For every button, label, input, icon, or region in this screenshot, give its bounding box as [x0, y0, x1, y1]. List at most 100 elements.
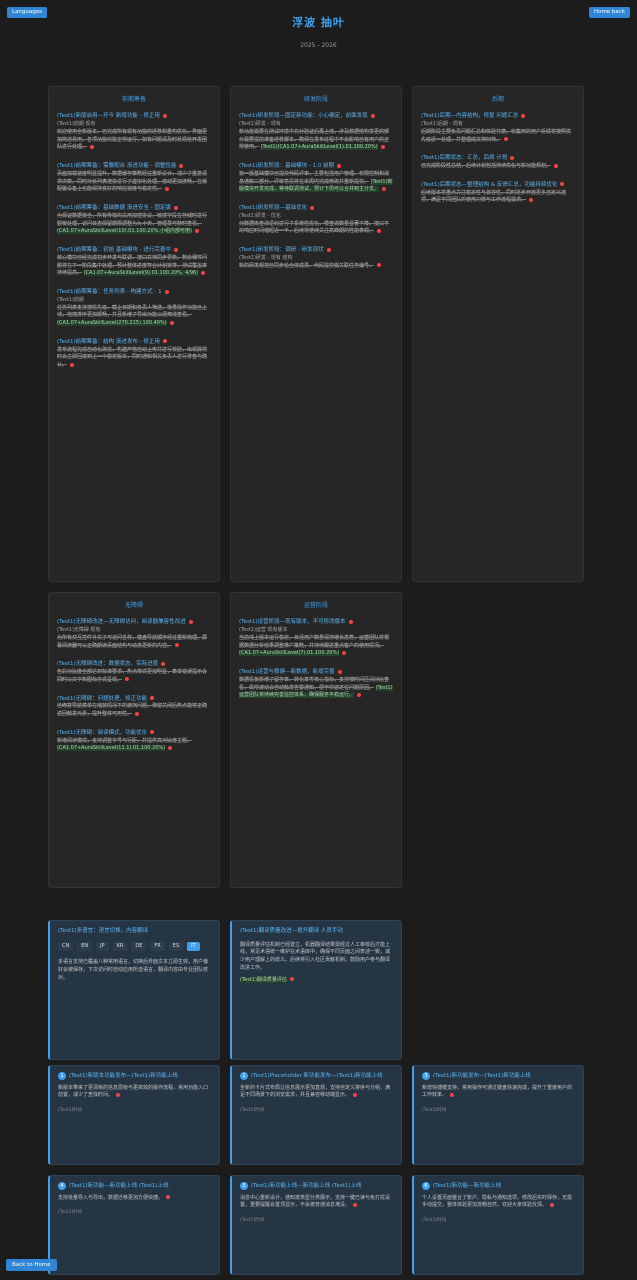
timeline-entry[interactable]: (Test1)后期—内容结构，修复 问题汇总 (Test1)后期 - 现有 后期阶段…: [421, 112, 575, 144]
timeline-entry[interactable]: (Test1)研发阶段：调研 - 研发现状 (Test1)研发 - 现有 结构 新的…: [239, 246, 393, 270]
card-title: (Test1)新版本功能发布—(Test1)新功能上线: [69, 1073, 178, 1079]
entry-title[interactable]: (Test1)运营阶段—现有版本，不可修改版本: [239, 619, 346, 625]
timeline-entry[interactable]: (Test1)无障碍改进：数据状态，实际进度色彩对比度全部达到标准要求，焦点样式…: [57, 660, 211, 684]
page-subtitle: 2025 - 2026: [300, 42, 337, 49]
alert-dot-icon: [529, 197, 534, 202]
timeline-entry[interactable]: (Test1)研发阶段：基础模块 - 1.0 前期 第一版基础模块已提交代码评审，…: [239, 162, 393, 194]
alert-dot-icon: [521, 113, 526, 118]
back-to-home-button[interactable]: Back to Home: [6, 1259, 57, 1271]
update-card[interactable]: 5 (Test1)新功能上线—新功能上线 (Test1)上线消息中心重新设计，通知…: [230, 1175, 402, 1275]
timeline-entry[interactable]: (Test1)研发阶段—固定新功能：小心确定，前面发现 (Test1)研发 - 现…: [239, 112, 393, 152]
entry-title[interactable]: (Test1)前期筹备：结构 渐进发布 - 修正用: [57, 339, 160, 345]
entry-title[interactable]: (Test1)无障碍：阅读模式，功能优化: [57, 730, 147, 736]
entry-meta: (Test1)后期 - 现有: [421, 121, 463, 128]
entry-text: 后期阶段主要负责问题汇总和体验打磨，收集到的用户反馈将按照优先级逐一处理，并整理…: [421, 128, 572, 143]
entry-title[interactable]: (Test1)前期筹备：需要配合 渐进功能 - 调整性能: [57, 163, 176, 169]
card-title: (Test1)新功能上线—新功能上线 (Test1)上线: [251, 1183, 362, 1189]
alert-dot-icon: [326, 247, 331, 252]
alert-dot-icon: [162, 113, 167, 118]
timeline-entry[interactable]: (Test1)无障碍改进—无障碍访问，阅读器兼容性改进 (Test1)无障碍 现有…: [57, 618, 211, 650]
entry-title[interactable]: (Test1)运营与稳健—新数据，新增完善: [239, 669, 335, 675]
update-card[interactable]: 1 (Test1)新版本功能发布—(Test1)新功能上线 新版本带来了更清晰的信息…: [48, 1065, 220, 1165]
entry-title[interactable]: (Test1)后期状态：汇总，后续 计划: [421, 155, 507, 161]
language-tab[interactable]: JP: [96, 941, 109, 952]
card-text: 消息中心重新设计，通知按类型分类展示，支持一键已读与免打扰设置，重要提醒会置顶显…: [240, 1194, 391, 1209]
entry-text: 新增阅读模式，支持调整字号与行距，并提供高对比度主题。: [57, 737, 193, 744]
column-title: 前期筹备: [121, 96, 146, 103]
language-tab[interactable]: CN: [58, 941, 74, 952]
card-text: 新版本带来了更清晰的信息层级与更高效的操作流程，常用功能入口前置，减少了查找时间…: [58, 1084, 209, 1099]
entry-title[interactable]: (Test1)后期状态—整理结构 & 反馈汇总，功能持续优化: [421, 182, 557, 188]
alert-dot-icon: [125, 677, 130, 682]
alert-dot-icon: [550, 1202, 555, 1207]
alert-dot-icon: [175, 643, 180, 648]
card-time: (Test1)时间: [58, 1210, 83, 1216]
entry-title[interactable]: (Test1)前期筹备：初始 基础模块 - 进行完善中: [57, 247, 171, 253]
update-card[interactable]: 2 (Test1)Placeholder 新功能发布—(Test1)新功能上线 全新…: [230, 1065, 402, 1165]
alert-dot-icon: [377, 228, 382, 233]
entry-title[interactable]: (Test1)研发阶段：基础模块 - 1.0 前期: [239, 163, 334, 169]
update-card[interactable]: 3 (Test1)新功能发布—(Test1)新功能上线 新增快捷键支持，常用操作可通…: [412, 1065, 584, 1165]
language-tab[interactable]: KR: [112, 941, 128, 952]
entry-title[interactable]: (Test1)无障碍：问题处理，修正功能: [57, 696, 147, 702]
timeline-entry[interactable]: (Test1)运营与稳健—新数据，新增完善 数据看板新增了留存率、转化率等核心指标…: [239, 668, 393, 700]
language-tabs: CN EN JP KR DE FR ES IT: [58, 941, 211, 952]
entry-highlight: (CA1.07+AuraSkillLevel(7).01.100.20%): [239, 650, 340, 657]
language-tab[interactable]: ES: [168, 941, 184, 952]
column-panel: 无障碍 (Test1)无障碍改进—无障碍访问，阅读器兼容性改进 (Test1)无障碍…: [48, 592, 220, 888]
card-number: 5: [240, 1182, 248, 1190]
entry-title[interactable]: (Test1)新版启用—开今 新增功能 - 修正用: [57, 113, 160, 119]
alert-dot-icon: [380, 144, 385, 149]
column-panel: 运营阶段 (Test1)运营阶段—现有版本，不可修改版本 (Test1)运营 现有版…: [230, 592, 402, 888]
entry-meta: (Test1)无障碍 现有: [57, 627, 101, 634]
timeline-entry[interactable]: (Test1)无障碍：问题处理，修正功能 已修复导航菜单在缩放情况下的遮挡问题，弹…: [57, 695, 211, 719]
timeline-entry[interactable]: (Test1)无障碍：阅读模式，功能优化 新增阅读模式，支持调整字号与行距，并提供…: [57, 729, 211, 753]
entry-title[interactable]: (Test1)研发阶段—基础优化: [239, 205, 307, 211]
update-card[interactable]: 6 (Test1)新功能—新功能上线 个人设置页面整合了账户、隐私与通知选项，修改后…: [412, 1175, 584, 1275]
feature-title: (Test1)翻译质量改进—提升翻译 人员手动: [240, 928, 343, 934]
entry-title[interactable]: (Test1)后期—内容结构，修复 问题汇总: [421, 113, 518, 119]
timeline-entry[interactable]: (Test1)前期筹备：初始 基础模块 - 进行完善中 核心模块已经完成初步开发与…: [57, 246, 211, 278]
timeline-entry[interactable]: (Test1)前期筹备：需要配合 渐进功能 - 调整性能 页面加载速度明显提升，数…: [57, 162, 211, 194]
entry-title[interactable]: (Test1)前期筹备：任务列表 - 构建方式 - 1: [57, 289, 162, 295]
alert-dot-icon: [560, 182, 565, 187]
timeline-entry[interactable]: (Test1)研发阶段—基础优化 (Test1)研发 - 优化 对数据库查询语句进行…: [239, 204, 393, 236]
entry-text: 任务列表支持按优先级、截止日期和负责人筛选，批量操作功能已上线，拖拽排序更加顺畅…: [57, 304, 208, 319]
timeline-entry[interactable]: (Test1)后期状态—整理结构 & 反馈汇总，功能持续优化 后续版本将重点关注稳…: [421, 181, 575, 205]
entry-highlight: (CA1.07+AuraSkillLevel(270.215).100.40%): [57, 320, 167, 327]
card-time: (Test1)时间: [240, 1108, 265, 1114]
timeline-entry[interactable]: (Test1)前期筹备：基础数据 渐进安全 - 固定版 为保证数据安全，所有传输均…: [57, 204, 211, 236]
entry-title[interactable]: (Test1)无障碍改进—无障碍访问，阅读器兼容性改进: [57, 619, 186, 625]
entry-title[interactable]: (Test1)无障碍改进：数据状态，实际进度: [57, 661, 158, 667]
feature-title: (Test1)多语言：语言切换，内容翻译: [58, 928, 149, 934]
entry-title[interactable]: (Test1)前期筹备：基础数据 渐进安全 - 固定版: [57, 205, 171, 211]
entry-title[interactable]: (Test1)研发阶段—固定新功能：小心确定，前面发现: [239, 113, 368, 119]
timeline-entry[interactable]: (Test1)前期筹备：结构 渐进发布 - 修正用 发布流程完成自动化改造，构建产…: [57, 338, 211, 370]
alert-dot-icon: [310, 205, 315, 210]
update-card[interactable]: 4 (Test1)新功能—新功能上线 (Test1)上线 支持批量导入与导出，数据迁…: [48, 1175, 220, 1275]
entry-title[interactable]: (Test1)研发阶段：调研 - 研发现状: [239, 247, 324, 253]
translation-feature-box: (Test1)翻译质量改进—提升翻译 人员手动 翻译质量评估机制已经建立，机器翻…: [230, 920, 402, 1060]
alert-dot-icon: [201, 270, 206, 275]
alert-dot-icon: [510, 155, 515, 160]
timeline-entry[interactable]: (Test1)前期筹备：任务列表 - 构建方式 - 1 (Test1)前期 任务列表…: [57, 288, 211, 328]
timeline-entry[interactable]: (Test1)运营阶段—现有版本，不可修改版本 (Test1)运营 现有版本 当前线…: [239, 618, 393, 658]
entry-meta: (Test1)研发 - 优化: [239, 212, 281, 219]
entry-text: 当前线上版本运行稳定，日活用户数量保持增长态势，运营团队将根据数据分析结果调整推…: [239, 634, 390, 649]
timeline-entry[interactable]: (Test1)后期状态：汇总，后续 计划 已完成阶段性总结，后续计划包括持续优化与…: [421, 154, 575, 171]
language-tab[interactable]: IT: [187, 941, 200, 952]
alert-dot-icon: [168, 745, 173, 750]
entry-text: 后续版本将重点关注稳定性与兼容性，同时逐步开放更多自定义选项，满足不同团队的使用…: [421, 189, 567, 204]
language-tab[interactable]: DE: [131, 941, 147, 952]
alert-dot-icon: [337, 163, 342, 168]
alert-dot-icon: [353, 1202, 358, 1207]
alert-dot-icon: [90, 144, 95, 149]
card-text: 全新的卡片式布局让信息展示更加直观，支持自定义排序与分组，满足不同场景下的浏览需…: [240, 1084, 391, 1099]
timeline-entry[interactable]: (Test1)新版启用—开今 新增功能 - 修正用 (Test1)前期 现有 欢迎使…: [57, 112, 211, 152]
card-time: (Test1)时间: [58, 1108, 83, 1114]
language-tab[interactable]: FR: [150, 941, 165, 952]
entry-text: 色彩对比度全部达到标准要求，焦点样式更加明显，表单错误提示会同时以文字和图标方式…: [57, 669, 208, 683]
language-tab[interactable]: EN: [77, 941, 93, 952]
card-time: (Test1)时间: [240, 1218, 265, 1224]
column-title: 无障碍: [124, 602, 143, 609]
